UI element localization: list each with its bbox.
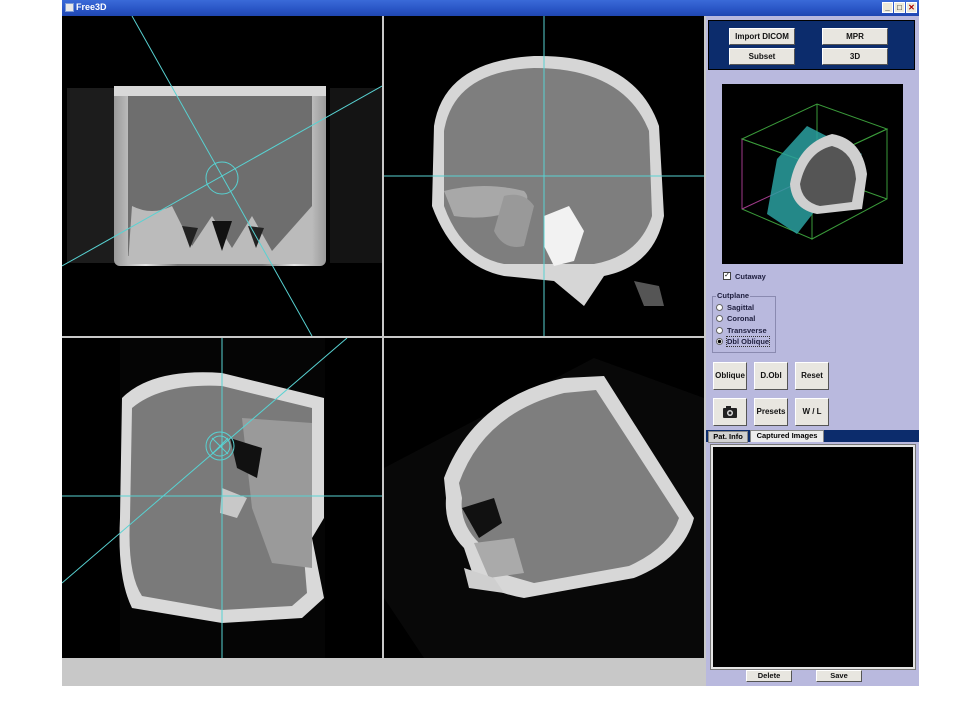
oblique-button[interactable]: Oblique xyxy=(713,362,747,390)
viewport-coronal[interactable] xyxy=(62,16,382,336)
tab-patient-info[interactable]: Pat. Info xyxy=(708,431,748,443)
viewport-transverse[interactable] xyxy=(384,16,704,336)
radio-label-coronal: Coronal xyxy=(727,314,756,323)
window-level-button[interactable]: W / L xyxy=(795,398,829,426)
reset-button[interactable]: Reset xyxy=(795,362,829,390)
control-panel: Import DICOM MPR Subset 3D ✓ Cutaway Cut… xyxy=(706,16,919,686)
radio-label-sagittal: Sagittal xyxy=(727,303,755,312)
tab-captured-images[interactable]: Captured Images xyxy=(750,430,824,442)
window-title: Free3D xyxy=(76,2,107,12)
crosshair-lines xyxy=(62,338,382,658)
cutaway-checkbox[interactable]: ✓ xyxy=(723,272,731,280)
application-window: Free3D _ □ ✕ Import DICOM MPR Subset 3D … xyxy=(62,0,919,686)
radio-sagittal[interactable] xyxy=(716,304,723,311)
close-button[interactable]: ✕ xyxy=(906,2,917,13)
maximize-button[interactable]: □ xyxy=(894,2,905,13)
radio-coronal[interactable] xyxy=(716,315,723,322)
radio-transverse[interactable] xyxy=(716,327,723,334)
minimize-button[interactable]: _ xyxy=(882,2,893,13)
radio-dbl-oblique[interactable] xyxy=(716,338,723,345)
camera-icon xyxy=(723,406,737,418)
cutplane-title: Cutplane xyxy=(716,291,751,300)
save-button[interactable]: Save xyxy=(816,670,862,682)
title-bar[interactable]: Free3D _ □ ✕ xyxy=(62,0,919,16)
subset-button[interactable]: Subset xyxy=(729,48,795,65)
presets-button[interactable]: Presets xyxy=(754,398,788,426)
app-icon xyxy=(65,3,74,12)
import-dicom-button[interactable]: Import DICOM xyxy=(729,28,795,45)
captured-images-panel xyxy=(710,444,916,670)
transverse-slice-image xyxy=(384,16,704,336)
viewport-oblique[interactable] xyxy=(384,338,704,658)
captured-images-list[interactable] xyxy=(713,447,913,667)
delete-button[interactable]: Delete xyxy=(746,670,792,682)
3d-view-button[interactable]: 3D xyxy=(822,48,888,65)
viewport-sagittal[interactable] xyxy=(62,338,382,658)
sagittal-slice-image xyxy=(62,338,382,658)
3d-volume-preview[interactable] xyxy=(722,84,903,264)
oblique-slice-image xyxy=(384,358,704,658)
main-toolbar: Import DICOM MPR Subset 3D xyxy=(708,20,915,70)
radio-label-dbl-oblique: Dbl Oblique xyxy=(725,336,771,347)
double-oblique-button[interactable]: D.Obl xyxy=(754,362,788,390)
radio-label-transverse: Transverse xyxy=(727,326,767,335)
cutaway-label: Cutaway xyxy=(735,272,766,281)
capture-button[interactable] xyxy=(713,398,747,426)
coronal-slice-image xyxy=(62,16,382,336)
mpr-button[interactable]: MPR xyxy=(822,28,888,45)
